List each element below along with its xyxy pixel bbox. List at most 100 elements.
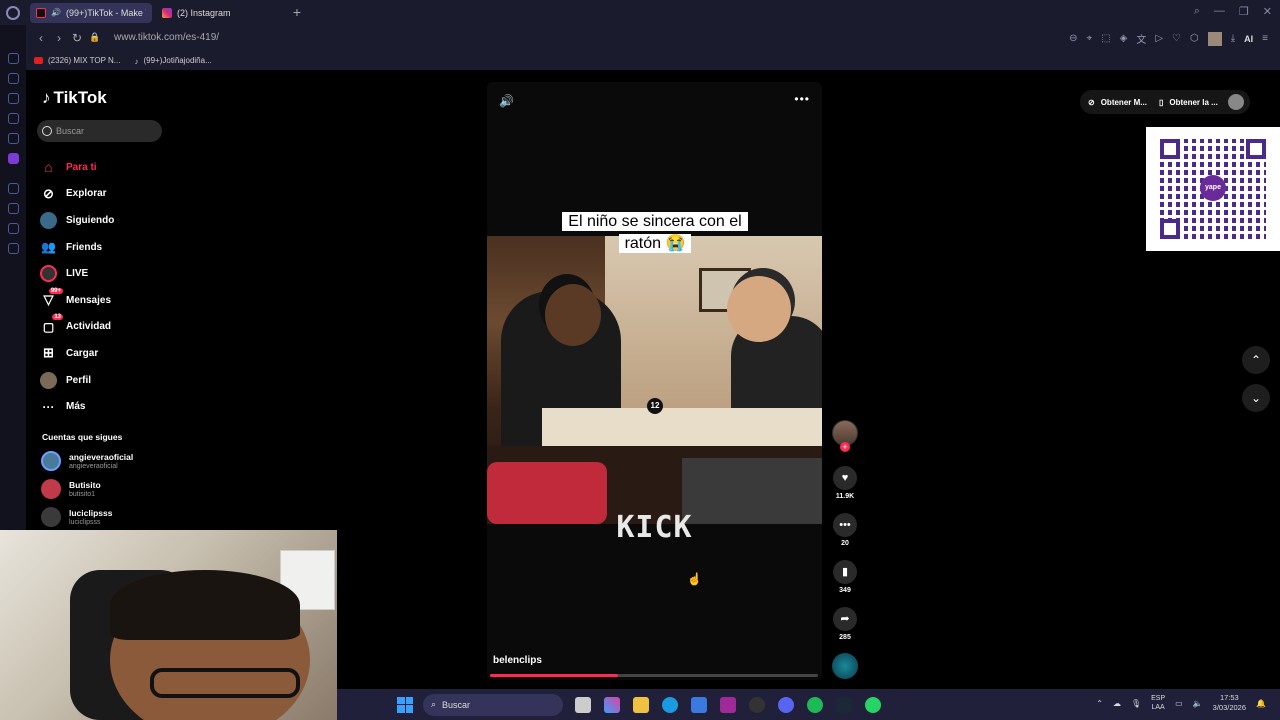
back-icon[interactable]: ‹ [32,31,50,45]
store-icon[interactable] [691,696,707,713]
sidebar-item-perfil[interactable]: Perfil [40,367,114,394]
extensions-icon[interactable]: ⬡ [1190,33,1199,44]
discord-icon[interactable] [778,696,794,713]
music-disc-icon[interactable] [832,653,858,679]
sidebar-item-explorar[interactable]: ⊘ Explorar [40,181,114,208]
steam-icon[interactable] [836,696,852,713]
maximize-button[interactable]: ❐ [1239,5,1249,18]
microphone-icon[interactable]: 🎙 [1131,699,1141,708]
zoom-icon[interactable]: ⊖ [1069,33,1077,44]
edge-icon[interactable] [662,696,678,713]
notifications-icon[interactable]: 🔔 [1256,699,1266,708]
copilot-icon[interactable] [604,696,620,713]
next-video-button[interactable]: ⌄ [1242,384,1270,412]
display-icon[interactable]: ▭ [1175,699,1183,708]
sidebar-item-label: Mensajes [66,294,112,306]
sidebar-app-icon[interactable] [7,133,19,144]
get-app-button[interactable]: Obtener la ... [1169,98,1217,107]
send-icon[interactable]: ▷ [1155,33,1163,44]
speaker-icon[interactable]: 🔊 [51,8,61,18]
account-name: Butisito [69,479,101,490]
tiktok-icon: ♪ [134,56,139,66]
profile-avatar[interactable] [1207,31,1222,46]
video-progress-bar[interactable] [490,674,818,677]
taskbar-search[interactable]: ⌕ Buscar [423,693,563,716]
sidebar-item-siguiendo[interactable]: Siguiendo [40,207,114,234]
qr-corner [1246,139,1266,159]
sidebar-item-cargar[interactable]: ⊞ Cargar [40,340,114,367]
previous-video-button[interactable]: ⌃ [1242,346,1270,374]
onedrive-icon[interactable]: ☁ [1113,699,1121,708]
shield-icon[interactable]: ◈ [1120,33,1128,44]
menu-icon[interactable]: ≡ [1262,33,1268,44]
volume-icon[interactable]: 🔊 [499,94,514,108]
sidebar-item-mas[interactable]: ··· Más [40,393,114,420]
search-input[interactable]: Buscar [37,120,162,142]
heart-icon[interactable]: ♡ [1172,33,1181,44]
clock[interactable]: 17:53 3/03/2026 [1213,693,1246,713]
save-action: ▮ 349 [832,560,858,594]
downloads-icon[interactable]: ⤓ [1231,33,1235,44]
opera-gx-icon[interactable] [720,696,736,713]
history-icon[interactable] [7,203,19,214]
sidebar-item-live[interactable]: LIVE [40,260,114,287]
video-author[interactable]: belenclips [493,655,542,666]
qr-corner [1160,139,1180,159]
sidebar-item-para-ti[interactable]: ⌂ Para ti [40,154,114,181]
twitch-icon[interactable] [7,153,19,164]
obs-icon[interactable] [749,696,765,713]
url-field[interactable]: www.tiktok.com/es-419/ [114,32,219,43]
speaker-icon[interactable]: 🔈 [1193,699,1203,708]
tab-tiktok[interactable]: 🔊 (99+)TikTok - Make Yo [30,2,152,23]
sidebar-app-icon[interactable] [7,73,19,84]
sidebar-item-mensajes[interactable]: ▽ 99+ Mensajes [40,287,114,314]
ai-button[interactable]: AI [1244,34,1253,44]
sidebar-app-icon[interactable] [7,223,19,234]
followed-account[interactable]: Butisito butisito1 [41,479,101,499]
chevron-up-icon[interactable]: ⌃ [1096,699,1103,708]
snapshot-icon[interactable]: ⬚ [1101,33,1110,44]
yape-logo: yape [1200,175,1226,201]
sidebar-app-icon[interactable] [7,93,19,104]
spotify-icon[interactable] [807,696,823,713]
file-explorer-icon[interactable] [633,696,649,713]
sidebar-app-icon[interactable] [7,113,19,124]
avatar [41,451,61,471]
new-tab-button[interactable]: + [290,5,304,20]
lock-icon[interactable]: 🔒 [86,32,104,43]
start-button[interactable] [397,696,413,713]
whatsapp-icon[interactable] [865,696,881,713]
settings-icon[interactable] [7,243,19,254]
followed-account[interactable]: angieveraoficial angieveraoficial [41,451,133,471]
tab-instagram[interactable]: (2) Instagram [156,3,278,23]
sidebar-item-actividad[interactable]: ▢ 13 Actividad [40,314,114,341]
follow-plus-icon[interactable]: + [840,442,850,452]
reload-icon[interactable]: ↻ [68,31,86,45]
taskbar-search-label: Buscar [442,699,471,710]
pin-icon[interactable]: ⌖ [1087,33,1093,44]
comment-icon[interactable]: ••• [833,513,857,537]
sidebar-app-icon[interactable] [7,53,19,64]
sidebar-item-friends[interactable]: 👥 Friends [40,234,114,261]
heart-icon[interactable]: ♥ [833,466,857,490]
video-player[interactable]: 🔊 ••• 12 ☝ El niño se sincera con el rat… [487,82,822,680]
bookmark-item[interactable]: (2326) MIX TOP N... [34,56,120,65]
upload-icon: ⊞ [43,345,54,361]
tiktok-logo[interactable]: ♪ TikTok [42,88,107,108]
forward-icon[interactable]: › [50,31,68,45]
more-options-icon[interactable]: ••• [794,92,810,106]
share-icon[interactable]: ➦ [833,607,857,631]
close-button[interactable]: ✕ [1263,5,1272,18]
translate-icon[interactable]: 文 [1136,31,1146,46]
browser-logo-icon[interactable] [6,5,20,20]
language-indicator[interactable]: ESP LAA [1151,694,1165,712]
followed-account[interactable]: luciclipsss luciclipsss [41,507,112,527]
sidebar-app-icon[interactable] [7,183,19,194]
get-coins-button[interactable]: Obtener M... [1101,98,1147,107]
search-tabs-icon[interactable]: ⌕ [1194,5,1200,18]
bookmark-icon[interactable]: ▮ [833,560,857,584]
user-avatar[interactable] [1228,94,1244,110]
bookmark-item[interactable]: ♪ (99+)Jotiñajodiña... [134,56,211,66]
minimize-button[interactable]: — [1214,5,1225,18]
task-view-icon[interactable] [575,696,591,713]
